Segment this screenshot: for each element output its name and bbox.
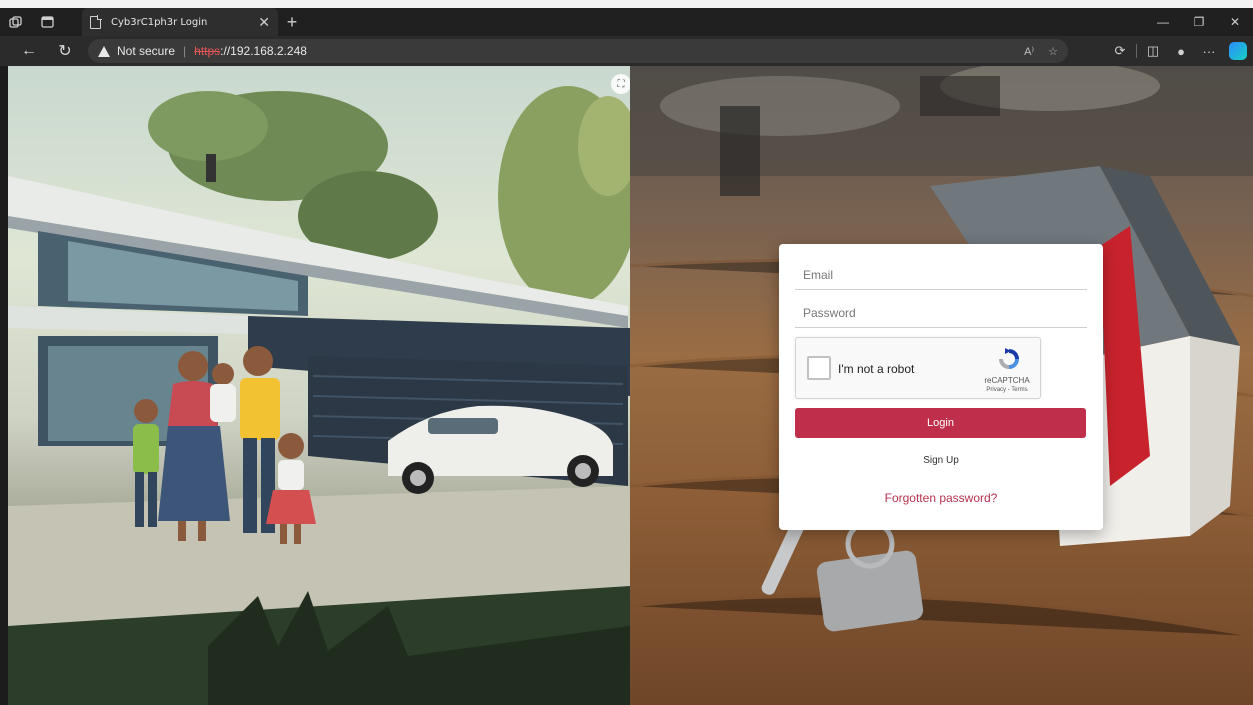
- security-label[interactable]: Not secure: [117, 44, 175, 58]
- captcha-brand: reCAPTCHA: [984, 376, 1030, 385]
- close-window-icon[interactable]: ✕: [1217, 8, 1253, 36]
- title-bar: Cyb3rC1ph3r Login ✕ + — ❐ ✕: [0, 8, 1253, 36]
- tab-title: Cyb3rC1ph3r Login: [111, 16, 208, 28]
- url-field[interactable]: Not secure | https ://192.168.2.248 A⁾ ☆: [88, 39, 1068, 63]
- favorite-icon[interactable]: ☆: [1048, 45, 1058, 58]
- page-icon: [90, 15, 102, 29]
- url-host: ://192.168.2.248: [220, 44, 307, 58]
- window-controls: — ❐ ✕: [1145, 8, 1253, 36]
- back-icon[interactable]: ←: [14, 36, 44, 66]
- minimize-icon[interactable]: —: [1145, 8, 1181, 36]
- visual-search-icon[interactable]: ⛶: [611, 74, 630, 94]
- tab-active[interactable]: Cyb3rC1ph3r Login ✕: [82, 8, 278, 36]
- refresh-icon[interactable]: ↻: [50, 36, 80, 66]
- signup-link[interactable]: Sign Up: [779, 455, 1103, 466]
- extensions-icon[interactable]: ⟳: [1106, 36, 1134, 66]
- toolbar-divider: [1136, 44, 1137, 58]
- read-aloud-icon[interactable]: A⁾: [1024, 45, 1034, 58]
- login-button[interactable]: Login: [795, 408, 1086, 438]
- house-family-illustration: ⛶: [8, 66, 630, 705]
- url-scheme: https: [194, 44, 221, 58]
- illustration-svg: [8, 86, 630, 705]
- url-separator: |: [183, 44, 187, 58]
- recaptcha-widget: I'm not a robot reCAPTCHA Privacy - Term…: [795, 337, 1041, 399]
- forgot-password-link[interactable]: Forgotten password?: [779, 491, 1103, 505]
- email-field[interactable]: [795, 260, 1087, 290]
- login-form: I'm not a robot reCAPTCHA Privacy - Term…: [779, 244, 1103, 530]
- url-actions: A⁾ ☆: [1024, 39, 1058, 63]
- copilot-icon[interactable]: [1229, 42, 1247, 60]
- tab-actions-icon[interactable]: [34, 8, 60, 36]
- more-icon[interactable]: ···: [1195, 36, 1223, 66]
- address-bar: ← ↻ Not secure | https ://192.168.2.248 …: [0, 36, 1253, 66]
- window-top-strip: [0, 0, 1253, 8]
- warning-icon[interactable]: [98, 45, 110, 57]
- captcha-links[interactable]: Privacy - Terms: [976, 387, 1038, 393]
- restore-icon[interactable]: ❐: [1181, 8, 1217, 36]
- toolbar-right: ⟳ ◫ ● ···: [1106, 36, 1253, 66]
- workspaces-icon[interactable]: [2, 8, 28, 36]
- recaptcha-icon: [999, 348, 1019, 369]
- new-tab-button[interactable]: +: [282, 8, 302, 36]
- captcha-label: I'm not a robot: [838, 362, 915, 376]
- profile-icon[interactable]: ●: [1167, 36, 1195, 66]
- close-tab-icon[interactable]: ✕: [258, 14, 270, 31]
- password-field[interactable]: [795, 298, 1087, 328]
- captcha-checkbox[interactable]: [807, 356, 831, 380]
- left-gutter: [0, 66, 8, 705]
- split-screen-icon[interactable]: ◫: [1139, 36, 1167, 66]
